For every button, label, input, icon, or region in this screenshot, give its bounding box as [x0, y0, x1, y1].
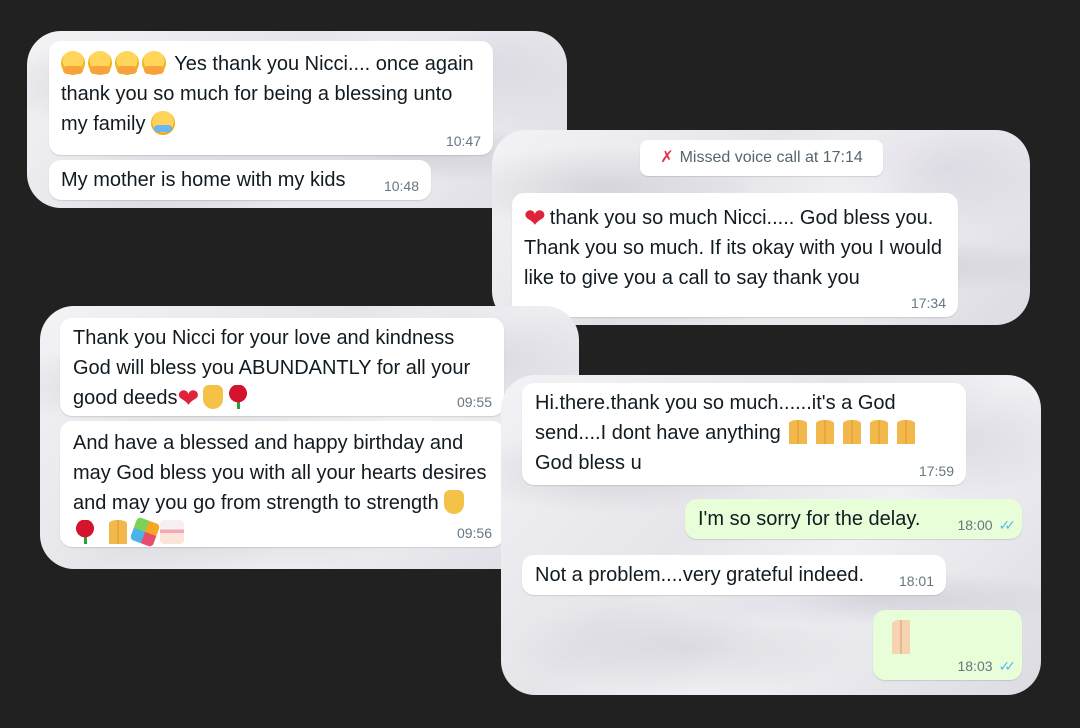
double-check-icon: ✓✓	[998, 517, 1017, 533]
message-time: 09:56	[456, 525, 492, 541]
party-popper-emoji-icon	[129, 516, 160, 548]
folded-hands-emoji-icon	[105, 520, 130, 544]
message-bubble[interactable]: Not a problem....very grateful indeed. 1…	[522, 555, 946, 595]
message-time: 09:55	[456, 394, 492, 410]
missed-call-icon: ✗	[660, 149, 674, 166]
red-heart-emoji-icon: ❤	[524, 203, 546, 233]
hugging-face-emoji-icon	[88, 51, 112, 75]
folded-hands-emoji-icon	[894, 420, 919, 444]
hugging-face-emoji-icon	[115, 51, 139, 75]
birthday-cake-emoji-icon	[159, 520, 184, 544]
message-text-line: God bless u	[535, 452, 642, 474]
message-bubble[interactable]: Hi.there.thank you so much......it's a G…	[522, 383, 966, 485]
message-time: 18:00	[957, 517, 993, 533]
message-text: thank you so much Nicci..... God bless y…	[524, 207, 942, 289]
folded-hands-emoji-icon	[867, 420, 892, 444]
message-text: Thank you Nicci for your love and kindne…	[73, 327, 471, 409]
message-time: 17:34	[910, 295, 946, 311]
folded-hands-emoji-icon	[889, 620, 921, 654]
message-time: 10:47	[445, 133, 481, 149]
message-text: My mother is home with my kids	[61, 169, 346, 191]
folded-hands-emoji-icon	[840, 420, 865, 444]
raised-hands-emoji-icon	[444, 490, 465, 514]
hugging-face-emoji-icon	[61, 51, 85, 75]
message-time: 18:03	[957, 658, 993, 674]
hugging-face-emoji-icon	[142, 51, 166, 75]
missed-call-notice: ✗ Missed voice call at 17:14	[640, 140, 883, 176]
outgoing-message-bubble[interactable]: I'm so sorry for the delay. 18:00 ✓✓	[685, 499, 1022, 539]
crying-face-emoji-icon	[151, 111, 176, 135]
outgoing-message-bubble[interactable]: 18:03 ✓✓	[873, 610, 1022, 680]
missed-call-text: Missed voice call at 17:14	[679, 149, 863, 166]
chat-screenshot-4: Hi.there.thank you so much......it's a G…	[501, 375, 1041, 695]
message-bubble[interactable]: ❤ thank you so much Nicci..... God bless …	[512, 193, 958, 317]
raised-hands-emoji-icon	[203, 385, 224, 409]
chat-screenshot-3: Thank you Nicci for your love and kindne…	[40, 306, 579, 569]
folded-hands-emoji-icon	[813, 420, 838, 444]
rose-emoji-icon	[73, 520, 97, 544]
message-bubble[interactable]: Thank you Nicci for your love and kindne…	[60, 318, 504, 416]
message-text: Not a problem....very grateful indeed.	[535, 564, 865, 586]
double-check-icon: ✓✓	[998, 658, 1017, 674]
red-heart-emoji-icon: ❤	[177, 383, 200, 413]
message-bubble[interactable]: My mother is home with my kids 10:48	[49, 160, 431, 200]
chat-screenshot-1: Yes thank you Nicci.... once again thank…	[27, 31, 567, 208]
rose-emoji-icon	[226, 385, 251, 409]
folded-hands-emoji-icon	[786, 420, 811, 444]
message-time: 18:01	[898, 573, 934, 589]
message-time: 10:48	[383, 178, 419, 194]
message-bubble[interactable]: And have a blessed and happy birthday an…	[60, 421, 504, 548]
message-time: 17:59	[918, 463, 954, 479]
message-text: And have a blessed and happy birthday an…	[73, 432, 487, 514]
message-bubble[interactable]: Yes thank you Nicci.... once again thank…	[49, 41, 493, 155]
